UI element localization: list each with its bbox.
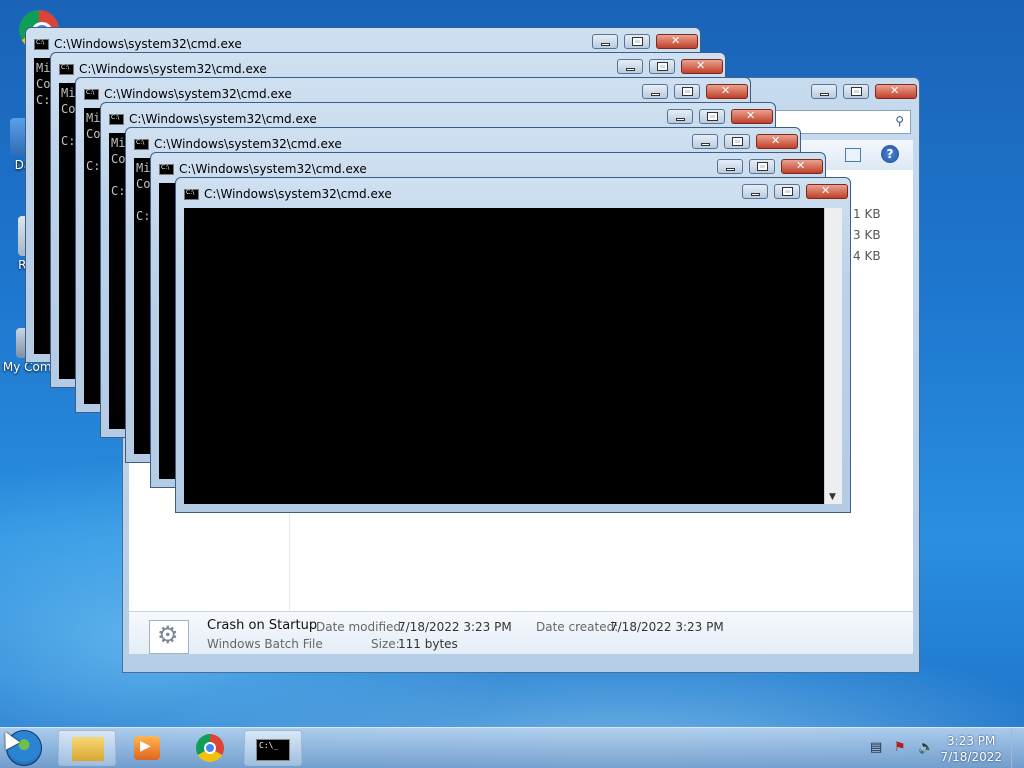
preview-pane-icon[interactable] xyxy=(845,148,861,162)
cmd-window-active[interactable]: C:\Windows\system32\cmd.exe ▼ xyxy=(175,177,851,513)
details-pane: Crash on Startup Windows Batch File Date… xyxy=(129,611,913,654)
cmd-icon xyxy=(84,89,99,100)
cmd-icon xyxy=(184,189,199,200)
cmd-icon xyxy=(256,739,290,761)
close-button[interactable] xyxy=(756,134,798,149)
minimize-button[interactable] xyxy=(811,84,837,99)
maximize-button[interactable] xyxy=(649,59,675,74)
maximize-button[interactable] xyxy=(624,34,650,49)
close-button[interactable] xyxy=(706,84,748,99)
date-modified-value: 7/18/2022 3:23 PM xyxy=(398,620,512,634)
close-button[interactable] xyxy=(875,84,917,99)
cmd-icon xyxy=(59,64,74,75)
caption-buttons xyxy=(717,159,823,174)
caption-buttons xyxy=(642,84,748,99)
maximize-button[interactable] xyxy=(774,184,800,199)
maximize-button[interactable] xyxy=(843,84,869,99)
caption-buttons xyxy=(592,34,698,49)
close-button[interactable] xyxy=(681,59,723,74)
close-button[interactable] xyxy=(806,184,848,199)
window-title: C:\Windows\system32\cmd.exe xyxy=(179,162,367,176)
clock-date: 7/18/2022 xyxy=(940,750,1002,764)
vertical-scrollbar[interactable]: ▼ xyxy=(824,208,842,504)
close-button[interactable] xyxy=(731,109,773,124)
chrome-icon xyxy=(196,734,224,762)
window-title: C:\Windows\system32\cmd.exe xyxy=(54,37,242,51)
clock-time: 3:23 PM xyxy=(947,734,996,748)
minimize-button[interactable] xyxy=(642,84,668,99)
taskbar-media-player-button[interactable] xyxy=(118,730,176,766)
caption-buttons xyxy=(742,184,848,199)
minimize-button[interactable] xyxy=(692,134,718,149)
taskbar-explorer-button[interactable] xyxy=(58,730,116,766)
cmd-icon xyxy=(109,114,124,125)
window-title: C:\Windows\system32\cmd.exe xyxy=(79,62,267,76)
scroll-down-icon[interactable]: ▼ xyxy=(829,492,836,502)
action-center-icon[interactable]: ⚑ xyxy=(894,740,906,755)
minimize-button[interactable] xyxy=(617,59,643,74)
window-title: C:\Windows\system32\cmd.exe xyxy=(129,112,317,126)
folder-icon xyxy=(72,737,104,761)
maximize-button[interactable] xyxy=(749,159,775,174)
details-file-type: Windows Batch File xyxy=(207,637,323,651)
network-icon[interactable]: ▤ xyxy=(870,740,882,755)
search-icon[interactable]: ⚲ xyxy=(895,114,904,128)
maximize-button[interactable] xyxy=(724,134,750,149)
explorer-caption-buttons xyxy=(811,84,917,99)
window-title: C:\Windows\system32\cmd.exe xyxy=(154,137,342,151)
cmd-icon xyxy=(134,139,149,150)
file-size: 4 KB xyxy=(853,249,881,263)
batch-file-icon xyxy=(149,620,189,654)
clock[interactable]: 3:23 PM 7/18/2022 xyxy=(940,733,1002,765)
cmd-icon xyxy=(34,39,49,50)
media-player-icon xyxy=(134,736,160,760)
date-created-label: Date created: xyxy=(536,620,619,634)
minimize-button[interactable] xyxy=(592,34,618,49)
size-label: Size: xyxy=(371,637,400,651)
window-title: C:\Windows\system32\cmd.exe xyxy=(204,187,392,201)
console-output[interactable] xyxy=(184,208,825,504)
minimize-button[interactable] xyxy=(742,184,768,199)
taskbar-cmd-button[interactable] xyxy=(244,730,302,766)
caption-buttons xyxy=(617,59,723,74)
system-tray: ▤ ⚑ 🔈 3:23 PM 7/18/2022 xyxy=(864,728,1024,768)
maximize-button[interactable] xyxy=(674,84,700,99)
file-size: 1 KB xyxy=(853,207,881,221)
help-icon[interactable]: ? xyxy=(881,145,899,163)
caption-buttons xyxy=(667,109,773,124)
show-desktop-button[interactable] xyxy=(1011,728,1024,768)
close-button[interactable] xyxy=(781,159,823,174)
cmd-icon xyxy=(159,164,174,175)
details-file-name: Crash on Startup xyxy=(207,618,318,633)
close-button[interactable] xyxy=(656,34,698,49)
caption-buttons xyxy=(692,134,798,149)
taskbar-chrome-button[interactable] xyxy=(182,730,240,766)
maximize-button[interactable] xyxy=(699,109,725,124)
date-created-value: 7/18/2022 3:23 PM xyxy=(610,620,724,634)
taskbar: ▤ ⚑ 🔈 3:23 PM 7/18/2022 xyxy=(0,727,1024,768)
window-title: C:\Windows\system32\cmd.exe xyxy=(104,87,292,101)
volume-icon[interactable]: 🔈 xyxy=(918,740,934,755)
date-modified-label: Date modified: xyxy=(316,620,406,634)
minimize-button[interactable] xyxy=(717,159,743,174)
minimize-button[interactable] xyxy=(667,109,693,124)
size-value: 111 bytes xyxy=(398,637,458,651)
file-size: 3 KB xyxy=(853,228,881,242)
